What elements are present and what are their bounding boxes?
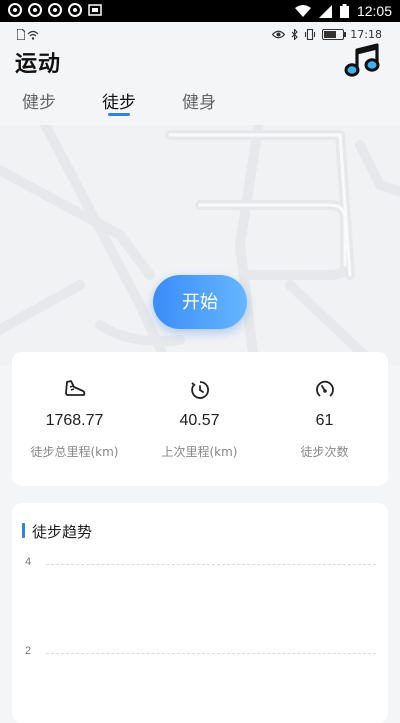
music-note-icon[interactable]	[344, 42, 384, 80]
status-time: 12:05	[356, 3, 392, 19]
stat-value: 40.57	[179, 412, 220, 429]
vibrate-icon	[305, 29, 316, 40]
stat-label: 徒步总里程(km)	[30, 445, 119, 459]
stat-label: 上次里程(km)	[161, 445, 238, 459]
stat-total-distance: 1768.77 徒步总里程(km)	[12, 352, 137, 486]
y-tick-label: 2	[25, 645, 32, 657]
shoe-icon	[64, 380, 85, 396]
active-tab-indicator	[108, 113, 130, 116]
grid-line	[46, 653, 376, 654]
tab-health-walk[interactable]: 健步	[22, 88, 56, 113]
trend-title: 徒步趋势	[32, 523, 93, 541]
map-roads	[0, 125, 400, 365]
tab-bar: 健步 徒步 健身	[0, 86, 400, 120]
page-title: 运动	[15, 52, 62, 77]
signal-icon	[318, 4, 332, 18]
speedometer-icon	[315, 380, 334, 397]
section-accent-bar	[22, 523, 25, 538]
app-status-time: 17:18	[350, 28, 382, 41]
map-view[interactable]	[0, 125, 400, 365]
wifi-icon	[294, 4, 311, 17]
start-button[interactable]: 开始	[153, 275, 247, 329]
y-tick-label: 4	[25, 556, 32, 568]
app-icon	[48, 3, 62, 17]
battery-icon	[339, 4, 349, 18]
notification-icons	[8, 3, 102, 17]
app-icon	[28, 3, 42, 17]
app-status-line: 17:18	[0, 22, 400, 48]
eye-icon	[272, 30, 286, 39]
sim-icon	[17, 29, 25, 40]
stat-label: 徒步次数	[300, 445, 349, 459]
stat-value: 1768.77	[45, 412, 104, 429]
stat-hike-count: 61 徒步次数	[262, 352, 387, 486]
tab-fitness[interactable]: 健身	[182, 88, 216, 113]
timer-icon	[190, 381, 209, 399]
sim-wifi-indicators	[17, 29, 39, 40]
app-icon	[8, 3, 22, 17]
system-status-bar: 12:05	[0, 0, 400, 22]
wifi-icon	[27, 30, 39, 40]
gallery-icon	[88, 4, 102, 16]
tab-hiking[interactable]: 徒步	[102, 88, 136, 113]
stats-card: 1768.77 徒步总里程(km) 40.57 上次里程(km) 61 徒步次数	[12, 352, 388, 486]
trend-card: 徒步趋势 4 2	[12, 503, 388, 723]
stat-value: 61	[315, 412, 334, 429]
grid-line	[46, 564, 376, 565]
stat-last-distance: 40.57 上次里程(km)	[137, 352, 262, 486]
battery-icon	[322, 29, 347, 40]
bluetooth-icon	[291, 29, 299, 40]
app-icon	[68, 3, 82, 17]
